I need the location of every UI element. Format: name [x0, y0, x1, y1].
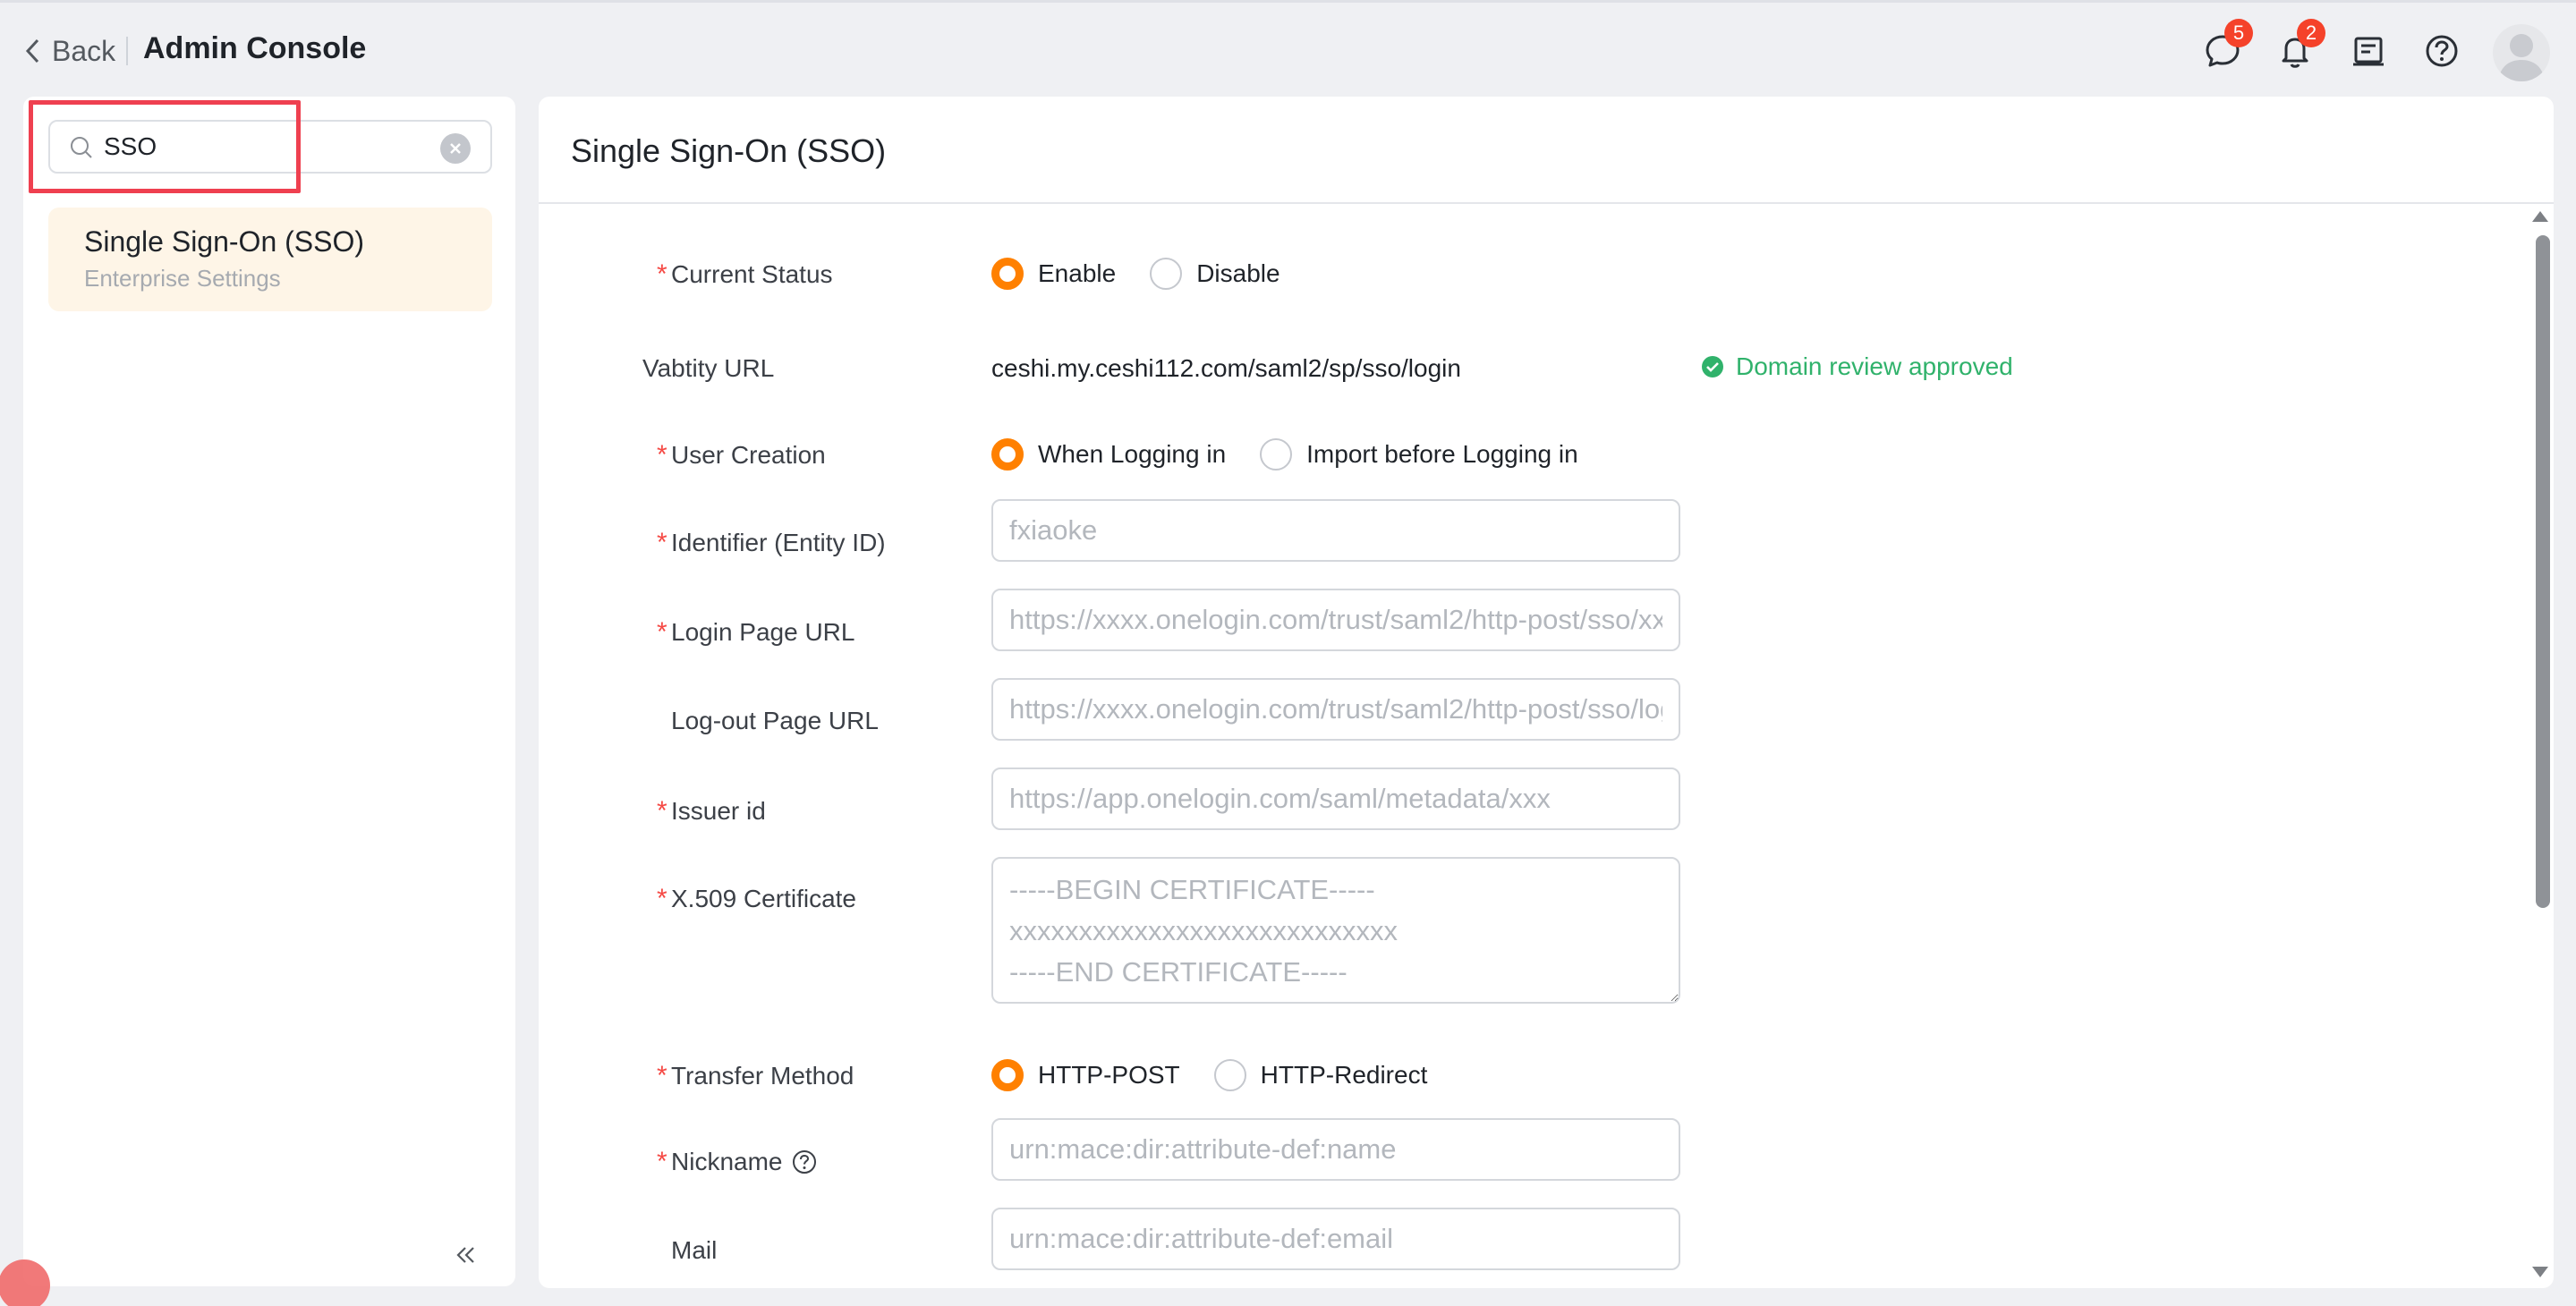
question-circle-icon[interactable]	[791, 1149, 818, 1175]
top-bar: Back Admin Console 5 2	[0, 0, 2576, 95]
radio-import-before-logging-in[interactable]: Import before Logging in	[1260, 438, 1578, 471]
entity-id-field[interactable]	[991, 499, 1680, 562]
check-circle-icon	[1702, 356, 1723, 377]
issuer-id-label: * Issuer id	[657, 796, 766, 826]
search-result-item[interactable]: Single Sign-On (SSO) Enterprise Settings	[48, 208, 492, 311]
search-input[interactable]	[104, 129, 426, 165]
current-status-radio-group: Enable Disable	[991, 258, 1314, 290]
issuer-id-field[interactable]	[991, 767, 1680, 830]
transfer-method-radio-group: HTTP-POST HTTP-Redirect	[991, 1059, 1461, 1091]
required-mark: *	[657, 796, 667, 826]
bell-icon[interactable]: 2	[2275, 19, 2325, 71]
validity-url-value: ceshi.my.ceshi112.com/saml2/sp/sso/login	[991, 354, 1461, 382]
sso-form: * Current Status Enable Disable Vabtity …	[539, 204, 2554, 1288]
radio-http-redirect[interactable]: HTTP-Redirect	[1213, 1059, 1427, 1091]
mail-field[interactable]	[991, 1208, 1680, 1270]
user-avatar-icon	[2498, 34, 2545, 81]
nickname-label: * Nickname	[657, 1147, 818, 1177]
validity-url-label: Vabtity URL	[642, 354, 775, 382]
user-creation-radio-group: When Logging in Import before Logging in	[991, 438, 1612, 471]
message-badge: 5	[2224, 19, 2253, 47]
radio-checked-icon	[991, 258, 1024, 290]
section-title: Single Sign-On (SSO)	[571, 132, 887, 169]
required-mark: *	[657, 440, 667, 470]
radio-checked-icon	[991, 438, 1024, 471]
back-label: Back	[52, 34, 116, 67]
radio-unchecked-icon	[1213, 1059, 1246, 1091]
certificate-label: * X.509 Certificate	[657, 884, 856, 913]
radio-checked-icon	[991, 1059, 1024, 1091]
login-url-label: * Login Page URL	[657, 617, 855, 647]
scrollbar-thumb[interactable]	[2536, 235, 2550, 908]
sidebar: Single Sign-On (SSO) Enterprise Settings	[23, 97, 515, 1286]
scroll-down-arrow-icon[interactable]	[2532, 1267, 2548, 1277]
radio-http-post[interactable]: HTTP-POST	[991, 1059, 1180, 1091]
cursor-indicator	[0, 1259, 50, 1306]
radio-disable[interactable]: Disable	[1150, 258, 1280, 290]
entity-id-label: * Identifier (Entity ID)	[657, 528, 886, 557]
help-icon[interactable]	[2422, 31, 2461, 71]
main-panel: Single Sign-On (SSO) * Current Status En…	[539, 97, 2554, 1288]
result-title: Single Sign-On (SSO)	[84, 225, 365, 258]
domain-status-badge: Domain review approved	[1702, 352, 2013, 381]
radio-unchecked-icon	[1260, 438, 1293, 471]
clear-icon[interactable]	[440, 133, 471, 164]
transfer-method-label: * Transfer Method	[657, 1061, 854, 1090]
user-creation-label: * User Creation	[657, 440, 826, 470]
scroll-up-arrow-icon[interactable]	[2532, 211, 2548, 222]
login-url-field[interactable]	[991, 589, 1680, 651]
inbox-icon[interactable]	[2349, 31, 2388, 71]
nickname-field[interactable]	[991, 1118, 1680, 1181]
current-status-label: * Current Status	[657, 259, 833, 289]
message-icon[interactable]: 5	[2203, 19, 2253, 71]
bell-badge: 2	[2297, 19, 2325, 47]
radio-unchecked-icon	[1150, 258, 1183, 290]
mail-label: Mail	[671, 1236, 718, 1264]
radio-when-logging-in[interactable]: When Logging in	[991, 438, 1226, 471]
search-box	[48, 120, 492, 174]
divider	[126, 37, 128, 65]
result-subtitle: Enterprise Settings	[84, 265, 281, 292]
page-title: Admin Console	[143, 31, 367, 65]
radio-enable[interactable]: Enable	[991, 258, 1116, 290]
required-mark: *	[657, 1147, 667, 1176]
main-header: Single Sign-On (SSO)	[539, 97, 2554, 204]
logout-url-field[interactable]	[991, 678, 1680, 741]
logout-url-label: Log-out Page URL	[671, 707, 879, 734]
avatar[interactable]	[2493, 24, 2550, 81]
search-icon	[71, 137, 92, 158]
required-mark: *	[657, 884, 667, 913]
required-mark: *	[657, 259, 667, 289]
required-mark: *	[657, 528, 667, 557]
required-mark: *	[657, 617, 667, 647]
certificate-field[interactable]	[991, 857, 1680, 1004]
chevron-left-icon	[25, 38, 39, 64]
required-mark: *	[657, 1061, 667, 1090]
collapse-sidebar-icon[interactable]	[451, 1240, 481, 1270]
back-button[interactable]: Back	[23, 33, 115, 69]
